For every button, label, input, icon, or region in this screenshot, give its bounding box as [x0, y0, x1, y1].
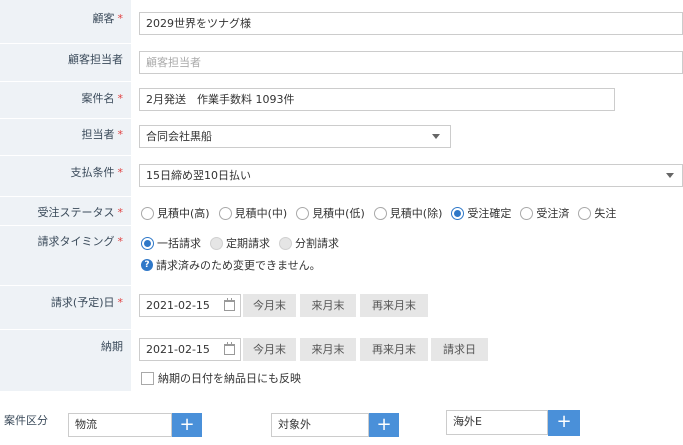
row-billing-timing: 請求タイミング * 一括請求 定期請求 分割請求 ? 請求済みのため変更できません… — [0, 226, 683, 286]
radio-billing-split[interactable]: 分割請求 — [279, 235, 339, 251]
checkbox-box — [141, 371, 154, 385]
billing-next-month-end-button[interactable]: 来月末 — [300, 294, 356, 317]
category-input-1[interactable]: 物流 — [68, 413, 172, 437]
row-order-status: 受注ステータス * 見積中(高) 見積中(中) 見積中(低) 見積中(除) 受注確… — [0, 197, 683, 226]
question-icon: ? — [141, 259, 153, 271]
reflect-delivery-date-checkbox[interactable]: 納期の日付を納品日にも反映 — [141, 370, 301, 386]
category-input-2[interactable]: 対象外 — [271, 413, 369, 437]
row-subject: 案件名 * 2月発送 作業手数料 1093件 — [0, 82, 683, 119]
billing-month-after-next-end-button[interactable]: 再来月末 — [360, 294, 428, 317]
radio-status-ordered[interactable]: 受注済 — [520, 205, 569, 221]
radio-status-low[interactable]: 見積中(低) — [296, 205, 365, 221]
billing-this-month-end-button[interactable]: 今月末 — [243, 294, 296, 317]
order-status-radios: 見積中(高) 見積中(中) 見積中(低) 見積中(除) 受注確定 受注済 失注 — [141, 205, 625, 221]
category-add-button-1[interactable]: + — [172, 413, 202, 437]
billing-timing-radios: 一括請求 定期請求 分割請求 — [141, 235, 348, 251]
row-assignee: 担当者 * 合同会社黒船 — [0, 119, 683, 156]
assignee-select[interactable]: 合同会社黒船 — [139, 125, 451, 148]
radio-billing-periodic[interactable]: 定期請求 — [210, 235, 270, 251]
customer-label: 顧客 * — [92, 12, 124, 25]
order-form: 顧客 * 2029世界をツナグ様 顧客担当者 顧客担当者 案件名 * 2月発送 作業… — [0, 0, 683, 445]
radio-status-high[interactable]: 見積中(高) — [141, 205, 210, 221]
radio-status-excluded[interactable]: 見積中(除) — [373, 205, 442, 221]
due-date-label: 納期 — [101, 340, 123, 353]
order-status-label: 受注ステータス * — [37, 206, 124, 219]
subject-input[interactable]: 2月発送 作業手数料 1093件 — [139, 88, 615, 111]
calendar-icon[interactable] — [224, 342, 235, 355]
category-add-button-3[interactable]: + — [548, 410, 580, 436]
category-add-button-2[interactable]: + — [369, 413, 399, 437]
radio-billing-lump[interactable]: 一括請求 — [141, 235, 201, 251]
payment-terms-label: 支払条件 * — [70, 166, 124, 179]
billing-timing-label: 請求タイミング * — [37, 235, 124, 248]
label-cell: 顧客 * — [0, 0, 131, 44]
due-month-after-next-end-button[interactable]: 再来月末 — [360, 338, 428, 361]
assignee-value: 合同会社黒船 — [146, 130, 212, 143]
billing-date-label: 請求(予定)日 * — [50, 296, 123, 309]
billing-date-input[interactable]: 2021-02-15 — [139, 294, 241, 317]
payment-terms-select[interactable]: 15日締め翌10日払い — [139, 164, 683, 187]
radio-status-mid[interactable]: 見積中(中) — [218, 205, 287, 221]
due-billing-date-button[interactable]: 請求日 — [431, 338, 488, 361]
row-customer-contact: 顧客担当者 顧客担当者 — [0, 44, 683, 82]
category-label: 案件区分 — [4, 414, 48, 427]
radio-status-lost[interactable]: 失注 — [578, 205, 616, 221]
customer-contact-label: 顧客担当者 — [68, 53, 123, 66]
billing-notice: ? 請求済みのため変更できません。 — [141, 257, 321, 273]
chevron-down-icon — [666, 173, 674, 178]
due-date-input[interactable]: 2021-02-15 — [139, 338, 241, 361]
subject-label: 案件名 * — [81, 92, 124, 105]
radio-status-confirmed[interactable]: 受注確定 — [451, 205, 511, 221]
chevron-down-icon — [432, 134, 440, 139]
assignee-label: 担当者 * — [81, 128, 124, 141]
customer-input[interactable]: 2029世界をツナグ様 — [139, 12, 683, 35]
row-category: 案件区分 物流 + 対象外 + 海外E + — [0, 392, 683, 445]
category-input-3[interactable]: 海外E — [446, 410, 548, 435]
row-billing-date: 請求(予定)日 * 2021-02-15 今月末 来月末 再来月末 — [0, 286, 683, 330]
row-payment-terms: 支払条件 * 15日締め翌10日払い — [0, 156, 683, 197]
calendar-icon[interactable] — [224, 298, 235, 311]
due-next-month-end-button[interactable]: 来月末 — [300, 338, 356, 361]
due-this-month-end-button[interactable]: 今月末 — [243, 338, 296, 361]
row-due-date: 納期 2021-02-15 今月末 来月末 再来月末 請求日 納期の日付を納品日… — [0, 330, 683, 392]
payment-terms-value: 15日締め翌10日払い — [146, 169, 251, 182]
row-customer: 顧客 * 2029世界をツナグ様 — [0, 0, 683, 44]
customer-contact-input[interactable]: 顧客担当者 — [139, 51, 683, 74]
